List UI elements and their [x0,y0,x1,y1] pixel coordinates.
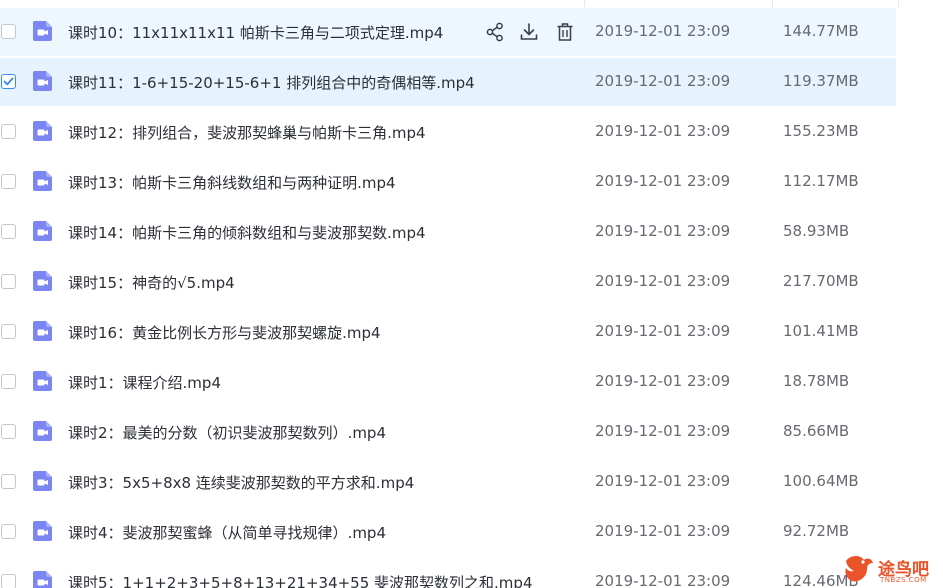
video-file-icon [32,20,54,42]
file-size: 85.66MB [783,422,850,440]
file-size: 217.70MB [783,272,859,290]
watermark-bird-icon [845,555,873,582]
file-size: 101.41MB [783,322,859,340]
video-file-icon [32,320,54,342]
row-checkbox[interactable] [1,424,16,439]
file-row[interactable]: 课时12：排列组合，斐波那契蜂巢与帕斯卡三角.mp4 2019-12-01 23:… [0,108,896,156]
file-size: 119.37MB [783,72,859,90]
video-file-icon [32,370,54,392]
video-file-icon [32,570,54,588]
share-icon[interactable] [484,21,506,43]
modified-date: 2019-12-01 23:09 [595,122,731,140]
modified-date: 2019-12-01 23:09 [595,22,731,40]
modified-date: 2019-12-01 23:09 [595,572,731,588]
file-size: 155.23MB [783,122,859,140]
file-row[interactable]: 课时5：1+1+2+3+5+8+13+21+34+55 斐波那契数列之和.mp4… [0,558,896,588]
file-size: 112.17MB [783,172,859,190]
file-row[interactable]: 课时15：神奇的√5.mp4 2019-12-01 23:09 217.70MB [0,258,896,306]
row-checkbox[interactable] [1,74,16,89]
modified-date: 2019-12-01 23:09 [595,472,731,490]
modified-date: 2019-12-01 23:09 [595,222,731,240]
check-icon [3,77,14,86]
watermark-subtext: TNBZS.COM [880,576,927,584]
row-checkbox[interactable] [1,224,16,239]
file-name[interactable]: 课时14：帕斯卡三角的倾斜数组和与斐波那契数.mp4 [68,222,426,243]
file-name[interactable]: 课时12：排列组合，斐波那契蜂巢与帕斯卡三角.mp4 [68,122,426,143]
file-name[interactable]: 课时16：黄金比例长方形与斐波那契螺旋.mp4 [68,322,381,343]
file-row[interactable]: 课时1：课程介绍.mp4 2019-12-01 23:09 18.78MB [0,358,896,406]
video-file-icon [32,420,54,442]
video-file-icon [32,270,54,292]
modified-date: 2019-12-01 23:09 [595,322,731,340]
file-size: 92.72MB [783,522,850,540]
file-size: 100.64MB [783,472,859,490]
file-name[interactable]: 课时13：帕斯卡三角斜线数组和与两种证明.mp4 [68,172,396,193]
file-name[interactable]: 课时3：5x5+8x8 连续斐波那契数的平方求和.mp4 [68,472,414,493]
watermark-logo: 途鸟吧 TNBZS.COM [840,551,943,588]
row-checkbox[interactable] [1,524,16,539]
modified-date: 2019-12-01 23:09 [595,72,731,90]
file-list-view: 课时10：11x11x11x11 帕斯卡三角与二项式定理.mp4 2019-12-… [0,0,943,588]
row-checkbox[interactable] [1,274,16,289]
row-checkbox[interactable] [1,574,16,588]
video-file-icon [32,170,54,192]
video-file-icon [32,70,54,92]
row-checkbox[interactable] [1,374,16,389]
row-checkbox[interactable] [1,474,16,489]
column-divider [772,0,773,7]
download-icon[interactable] [518,21,540,43]
file-size: 144.77MB [783,22,859,40]
row-checkbox[interactable] [1,324,16,339]
modified-date: 2019-12-01 23:09 [595,172,731,190]
file-name[interactable]: 课时10：11x11x11x11 帕斯卡三角与二项式定理.mp4 [68,22,443,43]
modified-date: 2019-12-01 23:09 [595,272,731,290]
file-row[interactable]: 课时14：帕斯卡三角的倾斜数组和与斐波那契数.mp4 2019-12-01 23:… [0,208,896,256]
file-row[interactable]: 课时16：黄金比例长方形与斐波那契螺旋.mp4 2019-12-01 23:09 1… [0,308,896,356]
file-name[interactable]: 课时4：斐波那契蜜蜂（从简单寻找规律）.mp4 [68,522,386,543]
file-row[interactable]: 课时3：5x5+8x8 连续斐波那契数的平方求和.mp4 2019-12-01 2… [0,458,896,506]
video-file-icon [32,520,54,542]
video-file-icon [32,470,54,492]
file-row[interactable]: 课时2：最美的分数（初识斐波那契数列）.mp4 2019-12-01 23:09 8… [0,408,896,456]
row-checkbox[interactable] [1,24,16,39]
modified-date: 2019-12-01 23:09 [595,422,731,440]
file-name[interactable]: 课时5：1+1+2+3+5+8+13+21+34+55 斐波那契数列之和.mp4 [68,572,532,588]
column-divider [898,0,899,7]
delete-icon[interactable] [554,21,576,43]
file-name[interactable]: 课时1：课程介绍.mp4 [68,372,221,393]
file-row[interactable]: 课时13：帕斯卡三角斜线数组和与两种证明.mp4 2019-12-01 23:09… [0,158,896,206]
column-header-edge [0,0,943,8]
file-name[interactable]: 课时15：神奇的√5.mp4 [68,272,235,293]
file-row[interactable]: 课时10：11x11x11x11 帕斯卡三角与二项式定理.mp4 2019-12-… [0,8,896,56]
file-row[interactable]: 课时4：斐波那契蜜蜂（从简单寻找规律）.mp4 2019-12-01 23:09 9… [0,508,896,556]
file-name[interactable]: 课时11：1-6+15-20+15-6+1 排列组合中的奇偶相等.mp4 [68,72,475,93]
video-file-icon [32,220,54,242]
file-size: 58.93MB [783,222,850,240]
video-file-icon [32,120,54,142]
row-checkbox[interactable] [1,174,16,189]
modified-date: 2019-12-01 23:09 [595,522,731,540]
file-size: 18.78MB [783,372,850,390]
modified-date: 2019-12-01 23:09 [595,372,731,390]
file-name[interactable]: 课时2：最美的分数（初识斐波那契数列）.mp4 [68,422,386,443]
file-row[interactable]: 课时11：1-6+15-20+15-6+1 排列组合中的奇偶相等.mp4 2019… [0,58,896,106]
row-checkbox[interactable] [1,124,16,139]
column-divider [584,0,585,7]
